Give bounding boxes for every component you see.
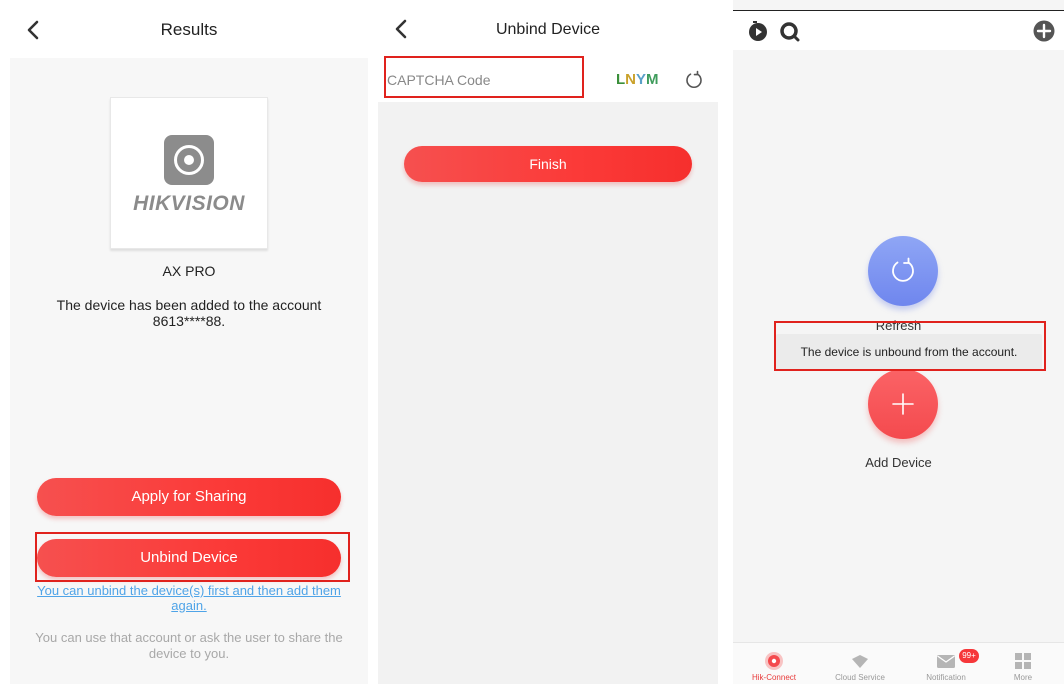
unbind-link-line2: again. [171, 598, 207, 613]
captcha-char: N [625, 71, 637, 88]
finish-button[interactable]: Finish [404, 146, 692, 182]
refresh-button[interactable] [868, 236, 938, 306]
playback-icon[interactable] [747, 20, 769, 42]
results-screen: Results HIKVISION AX PRO The device has … [0, 0, 368, 684]
tab-label: Notification [926, 673, 966, 682]
tab-hik-connect[interactable]: Hik-Connect [733, 643, 815, 684]
captcha-row: LNYM [378, 58, 718, 102]
captcha-char: L [616, 71, 626, 88]
tab-label: Cloud Service [835, 673, 885, 682]
home-screen: Refresh Add Device The device is unbound… [733, 0, 1064, 684]
cloud-service-icon [852, 655, 868, 668]
add-device-button[interactable] [868, 369, 938, 439]
unbind-navbar: Unbind Device [378, 0, 718, 58]
unbind-link-line1: You can unbind the device(s) first and t… [37, 583, 341, 598]
page-title: Results [160, 20, 218, 39]
unbound-toast: The device is unbound from the account. [776, 334, 1042, 371]
tab-label: More [1013, 673, 1033, 682]
share-hint-text: You can use that account or ask the user… [30, 630, 348, 662]
grid-icon [1015, 653, 1031, 669]
apply-for-sharing-button[interactable]: Apply for Sharing [37, 478, 341, 516]
envelope-icon [937, 655, 955, 668]
home-topbar [733, 10, 1064, 50]
captcha-image[interactable]: LNYM [616, 71, 659, 88]
refresh-label: Refresh [875, 318, 922, 333]
added-message-account: 8613****88. [152, 313, 226, 329]
bottom-tab-bar: Hik-Connect Cloud Service Notification M… [733, 642, 1064, 684]
camera-app-icon [164, 135, 214, 185]
refresh-captcha-icon[interactable] [684, 70, 704, 90]
captcha-input[interactable] [387, 64, 577, 96]
device-added-message: The device has been added to the account… [10, 297, 368, 329]
added-message-line1: The device has been added to the account [56, 297, 322, 313]
device-brand-logo: HIKVISION [133, 192, 245, 215]
device-name: AX PRO [162, 263, 216, 279]
unbind-device-button[interactable]: Unbind Device [37, 539, 341, 577]
plus-icon [892, 393, 914, 415]
results-navbar: Results [0, 0, 368, 58]
refresh-icon [892, 257, 914, 282]
unbind-first-link[interactable]: You can unbind the device(s) first and t… [30, 583, 348, 613]
tab-label: Hik-Connect [751, 673, 796, 682]
add-device-label: Add Device [865, 455, 932, 470]
captcha-char: Y [636, 71, 647, 88]
unbind-device-screen: Unbind Device LNYM Finish [378, 0, 718, 684]
device-card: HIKVISION [110, 97, 268, 249]
tab-more[interactable]: More [982, 643, 1064, 684]
notification-badge: 99+ [959, 649, 979, 663]
search-icon[interactable] [779, 20, 801, 42]
hik-connect-icon [765, 652, 783, 670]
hint-line2: device to you. [148, 646, 230, 661]
captcha-char: M [646, 71, 659, 88]
page-title: Unbind Device [495, 21, 601, 38]
hint-line1: You can use that account or ask the user… [35, 630, 343, 645]
add-icon[interactable] [1033, 20, 1055, 42]
tab-cloud-service[interactable]: Cloud Service [819, 643, 901, 684]
